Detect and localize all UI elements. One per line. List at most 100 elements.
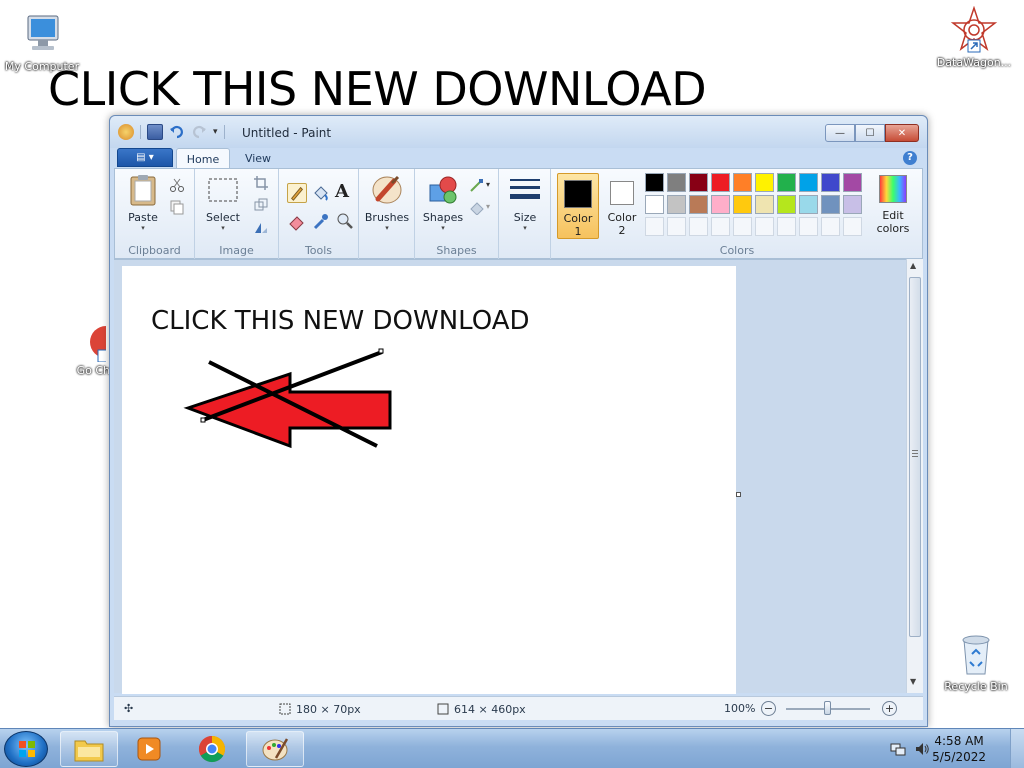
brushes-button[interactable]: Brushes ▾ bbox=[363, 173, 411, 232]
redo-icon[interactable] bbox=[191, 124, 207, 140]
custom-color-slot[interactable] bbox=[711, 217, 730, 236]
color-palette bbox=[645, 173, 869, 239]
paste-button[interactable]: Paste ▾ bbox=[123, 173, 163, 232]
color2-button[interactable]: Color 2 bbox=[603, 173, 641, 239]
help-icon[interactable]: ? bbox=[903, 151, 917, 165]
color2-swatch bbox=[610, 181, 634, 205]
tab-view[interactable]: View bbox=[234, 148, 282, 169]
paint-menu-button[interactable]: ▤ ▾ bbox=[117, 148, 173, 167]
volume-icon[interactable] bbox=[914, 741, 930, 757]
system-clock[interactable]: 4:58 AM 5/5/2022 bbox=[932, 733, 986, 765]
palette-swatch[interactable] bbox=[667, 195, 686, 214]
copy-icon[interactable] bbox=[169, 199, 185, 215]
palette-swatch[interactable] bbox=[667, 173, 686, 192]
pencil-icon[interactable] bbox=[287, 183, 307, 203]
palette-swatch[interactable] bbox=[843, 195, 862, 214]
canvas-size: 614 × 460px bbox=[454, 702, 526, 716]
clipboard-icon bbox=[126, 173, 160, 207]
canvas-area[interactable]: CLICK THIS NEW DOWNLOAD bbox=[114, 259, 906, 694]
show-desktop-button[interactable] bbox=[1010, 729, 1024, 768]
color1-button[interactable]: Color 1 bbox=[557, 173, 599, 239]
taskbar-explorer[interactable] bbox=[60, 731, 118, 767]
group-clipboard: Paste ▾ Clipboard bbox=[115, 169, 195, 259]
zoom-in-button[interactable]: + bbox=[882, 701, 897, 716]
line-size-icon bbox=[508, 173, 542, 207]
palette-swatch[interactable] bbox=[711, 173, 730, 192]
palette-swatch[interactable] bbox=[799, 173, 818, 192]
scroll-thumb[interactable] bbox=[909, 277, 921, 637]
taskbar-paint[interactable] bbox=[246, 731, 304, 767]
minimize-button[interactable]: — bbox=[825, 124, 855, 142]
palette-swatch[interactable] bbox=[821, 195, 840, 214]
drawing-canvas[interactable]: CLICK THIS NEW DOWNLOAD bbox=[122, 266, 741, 694]
edit-colors-button[interactable]: Edit colors bbox=[869, 173, 917, 239]
palette-swatch[interactable] bbox=[711, 195, 730, 214]
palette-swatch[interactable] bbox=[733, 195, 752, 214]
palette-swatch[interactable] bbox=[755, 173, 774, 192]
customize-quick-access-icon[interactable]: ▾ bbox=[213, 127, 218, 137]
maximize-button[interactable]: ☐ bbox=[855, 124, 885, 142]
palette-swatch[interactable] bbox=[843, 173, 862, 192]
palette-swatch[interactable] bbox=[777, 173, 796, 192]
custom-color-slot[interactable] bbox=[689, 217, 708, 236]
chrome-icon bbox=[66, 322, 122, 363]
computer-icon bbox=[18, 10, 66, 58]
taskbar-chrome[interactable] bbox=[183, 731, 241, 767]
palette-swatch[interactable] bbox=[645, 195, 664, 214]
fill-icon[interactable]: ▾ bbox=[469, 199, 493, 215]
palette-swatch[interactable] bbox=[755, 195, 774, 214]
status-bar: ✣ 180 × 70px 614 × 460px 100% − + bbox=[114, 696, 923, 720]
edit-colors-icon bbox=[879, 175, 907, 203]
palette-swatch[interactable] bbox=[733, 173, 752, 192]
close-button[interactable]: ✕ bbox=[885, 124, 919, 142]
zoom-slider-knob[interactable] bbox=[824, 701, 831, 715]
folder-icon bbox=[74, 740, 104, 762]
rotate-icon[interactable] bbox=[253, 219, 269, 235]
group-size: Size ▾ bbox=[499, 169, 551, 259]
custom-color-slot[interactable] bbox=[645, 217, 664, 236]
canvas-resize-handle[interactable] bbox=[736, 492, 741, 497]
custom-color-slot[interactable] bbox=[667, 217, 686, 236]
zoom-level: 100% bbox=[724, 702, 756, 715]
size-button[interactable]: Size ▾ bbox=[505, 173, 545, 232]
start-button[interactable] bbox=[4, 731, 48, 767]
network-icon[interactable] bbox=[890, 741, 906, 757]
svg-text:▾: ▾ bbox=[486, 202, 490, 211]
custom-color-slot[interactable] bbox=[821, 217, 840, 236]
save-icon[interactable] bbox=[147, 124, 163, 140]
palette-swatch[interactable] bbox=[821, 173, 840, 192]
eraser-icon[interactable] bbox=[287, 211, 307, 231]
desktop-icon-recycle-bin[interactable]: Recycle Bin bbox=[934, 630, 1018, 693]
palette-swatch[interactable] bbox=[799, 195, 818, 214]
drawn-arrow-shape bbox=[183, 348, 392, 449]
taskbar-media-player[interactable] bbox=[120, 731, 178, 767]
outline-icon[interactable]: ▾ bbox=[469, 177, 493, 193]
scroll-down-arrow-icon[interactable]: ▼ bbox=[910, 677, 916, 686]
magnifier-icon[interactable] bbox=[335, 211, 355, 231]
custom-color-slot[interactable] bbox=[733, 217, 752, 236]
desktop-icon-chrome[interactable]: Go Ch bbox=[60, 322, 122, 377]
cut-icon[interactable] bbox=[169, 177, 185, 193]
palette-swatch[interactable] bbox=[689, 173, 708, 192]
palette-swatch[interactable] bbox=[777, 195, 796, 214]
undo-icon[interactable] bbox=[169, 124, 185, 140]
crop-icon[interactable] bbox=[253, 175, 269, 191]
custom-color-slot[interactable] bbox=[799, 217, 818, 236]
shapes-button[interactable]: Shapes ▾ bbox=[421, 173, 465, 232]
custom-color-slot[interactable] bbox=[755, 217, 774, 236]
paint-app-icon[interactable] bbox=[118, 124, 134, 140]
desktop-icon-datawagon[interactable]: DataWagon... bbox=[932, 5, 1016, 69]
text-tool-icon[interactable]: A bbox=[335, 181, 349, 202]
tab-home[interactable]: Home bbox=[176, 148, 230, 169]
color-picker-icon[interactable] bbox=[311, 211, 331, 231]
custom-color-slot[interactable] bbox=[777, 217, 796, 236]
palette-swatch[interactable] bbox=[645, 173, 664, 192]
select-button[interactable]: Select ▾ bbox=[201, 173, 245, 232]
zoom-out-button[interactable]: − bbox=[761, 701, 776, 716]
fill-bucket-icon[interactable] bbox=[311, 183, 331, 203]
vertical-scrollbar[interactable]: ▲ ▼ bbox=[906, 259, 923, 693]
resize-icon[interactable] bbox=[253, 197, 269, 213]
custom-color-slot[interactable] bbox=[843, 217, 862, 236]
palette-swatch[interactable] bbox=[689, 195, 708, 214]
scroll-up-arrow-icon[interactable]: ▲ bbox=[910, 261, 916, 270]
